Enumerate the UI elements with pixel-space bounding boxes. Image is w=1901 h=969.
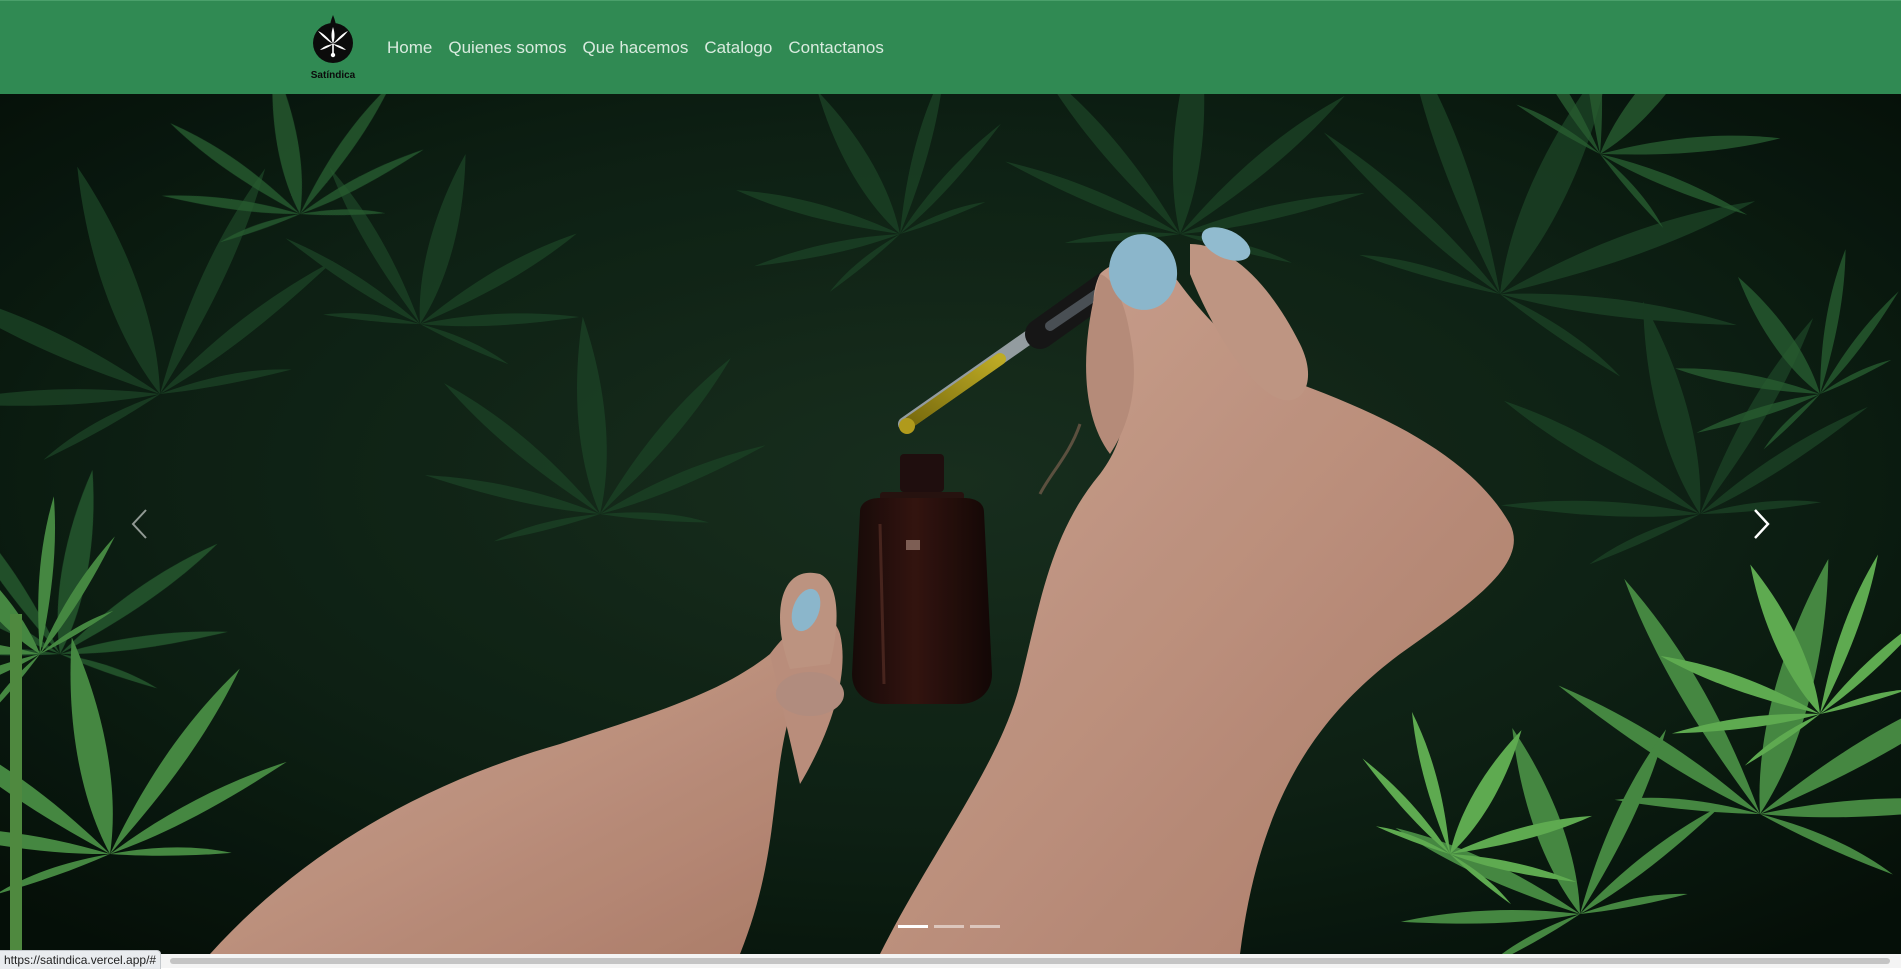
nav-menu: Home Quienes somos Que hacemos Catalogo … [379,37,892,59]
nav-link-quienes-somos[interactable]: Quienes somos [440,37,574,59]
scrollbar-thumb[interactable] [170,958,1890,964]
link-status-bar: https://satindica.vercel.app/# [0,950,162,969]
cannabis-leaf-icon [313,15,353,63]
carousel-indicator-2[interactable] [934,925,964,928]
nav-link-contactanos[interactable]: Contactanos [780,37,891,59]
carousel-indicator-1[interactable] [898,925,928,928]
carousel-indicator-3[interactable] [970,925,1000,928]
carousel-indicators [898,925,1000,928]
nav-link-que-hacemos[interactable]: Que hacemos [574,37,696,59]
carousel-next-button[interactable] [1631,94,1901,954]
nav-link-home[interactable]: Home [379,37,440,59]
navbar: Satíndica Home Quienes somos Que hacemos… [0,0,1901,94]
hero-carousel [0,94,1901,954]
nav-link-catalogo[interactable]: Catalogo [696,37,780,59]
carousel-prev-button[interactable] [0,94,270,954]
brand-name: Satíndica [310,70,356,81]
chevron-left-icon [131,509,147,539]
chevron-right-icon [1754,509,1770,539]
carousel-slide-image [0,94,1901,954]
brand-logo-link[interactable]: Satíndica [310,13,356,85]
horizontal-scrollbar[interactable] [0,954,1901,968]
